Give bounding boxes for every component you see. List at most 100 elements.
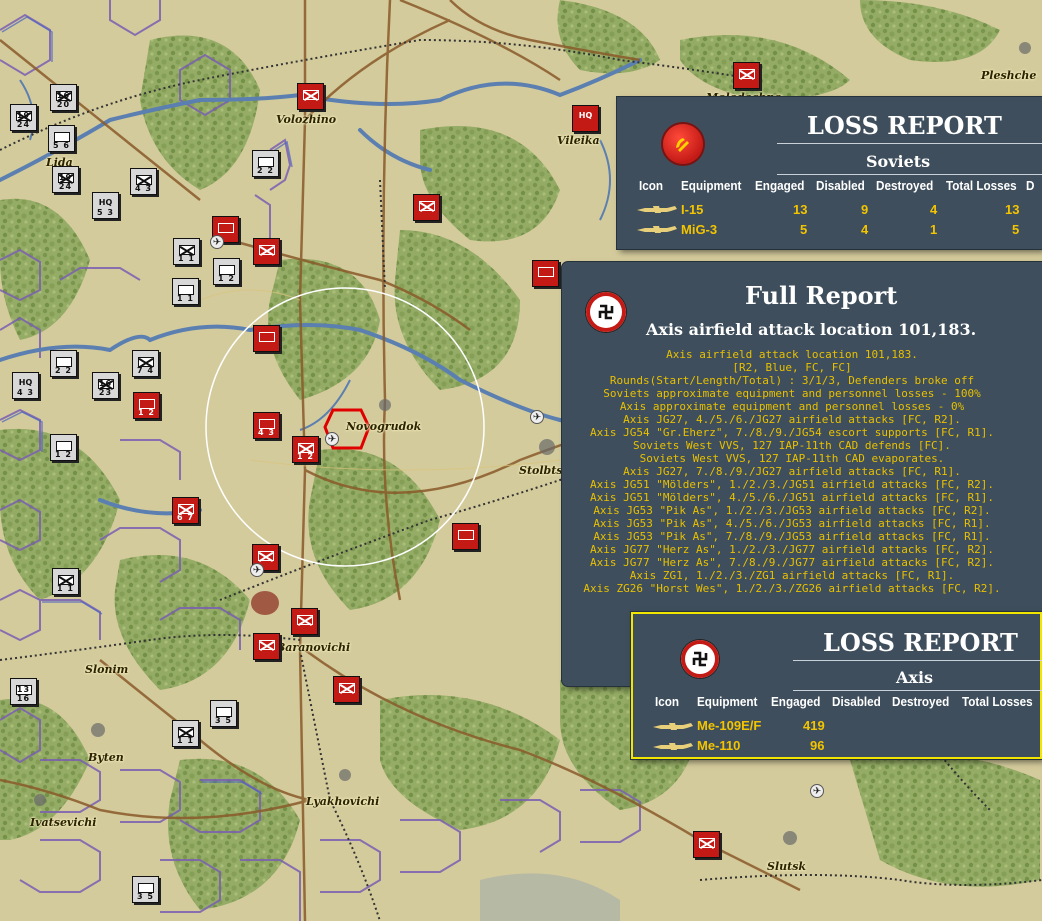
soviet-unit-counter[interactable]: HQ [572,105,599,132]
axis-unit-counter[interactable]: 16 23 [92,372,119,399]
axis-unit-counter[interactable]: 1 1 [173,238,200,265]
soviet-unit-counter[interactable]: 6 7 [172,497,199,524]
report-line: Axis JG51 "Mölders", 1./2./3./JG51 airfi… [590,478,994,491]
town-label: Pleshche [981,69,1037,82]
axis-unit-counter[interactable]: 2 2 [50,350,77,377]
airfield-icon[interactable]: ✈ [810,784,824,798]
side-title: Axis [896,668,934,687]
axis-unit-counter[interactable]: 19 24 [10,104,37,131]
col-engaged: Engaged [755,178,805,193]
axis-unit-counter[interactable]: 2 2 [252,150,279,177]
axis-unit-counter[interactable]: 7 4 [132,350,159,377]
soviet-unit-counter[interactable] [253,633,280,660]
report-line: Rounds(Start/Length/Total) : 3/1/3, Defe… [609,374,975,387]
infantry-symbol-icon [419,201,435,211]
town-label: Novogrudok [346,420,422,433]
soviet-unit-counter[interactable]: 1 2 [292,436,319,463]
airfield-icon[interactable]: ✈ [530,410,544,424]
axis-unit-counter[interactable]: 1 1 [52,568,79,595]
axis-unit-counter[interactable]: 13 16 [10,678,37,705]
axis-unit-counter[interactable]: 3 5 [210,700,237,727]
loss-report-title: LOSS REPORT [823,628,1018,657]
axis-unit-counter[interactable]: 1 2 [213,258,240,285]
town-label: Slutsk [767,860,807,873]
unit-strength: 19 24 [16,111,31,129]
unit-strength: 1 2 [218,274,235,283]
col-disabled: Disabled [832,694,881,709]
unit-strength: 5 6 [53,141,70,150]
col-equipment: Equipment [681,178,742,193]
soviet-unit-counter[interactable] [333,676,360,703]
axis-cross-icon [586,292,626,332]
destroyed-cell: 1 [930,222,938,237]
soviet-unit-counter[interactable] [733,62,760,89]
col-destroyed: Destroyed [892,694,950,709]
airfield-icon[interactable]: ✈ [250,563,264,577]
total-cell: 13 [1005,202,1020,217]
unit-strength: 13 16 [16,685,31,703]
soviet-unit-counter[interactable] [532,260,559,287]
unit-strength: 19 24 [58,173,73,191]
soviet-unit-counter[interactable] [413,194,440,221]
report-line: Axis JG54 "Gr.Eherz", 7./8./9./JG54 esco… [590,426,994,439]
unit-strength: 2 2 [55,366,72,375]
infantry-symbol-icon [303,90,319,100]
airfield-icon[interactable]: ✈ [210,235,224,249]
axis-unit-counter[interactable]: 1 1 [172,278,199,305]
airfield-icon[interactable]: ✈ [325,432,339,446]
town-label: Baranovichi [276,641,351,654]
unit-strength: 4 3 [135,184,152,193]
axis-unit-counter[interactable]: HQ 5 3 [92,192,119,219]
equipment-cell: MiG-3 [681,222,718,237]
unit-strength: 1 1 [177,294,194,303]
soviet-unit-counter[interactable]: 1 2 [133,392,160,419]
unit-strength: 4 3 [258,428,275,437]
infantry-symbol-icon [339,683,355,693]
town-label: Byten [88,751,124,764]
axis-unit-counter[interactable]: 3 5 [132,876,159,903]
report-log: Axis airfield attack location 101,183. [R… [562,348,1022,595]
col-icon: Icon [655,694,680,709]
axis-unit-counter[interactable]: 5 6 [48,125,75,152]
unit-strength: 7 4 [137,366,154,375]
report-line: Axis ZG26 "Horst Wes", 1./2./3./ZG26 air… [583,582,1001,595]
unit-strength: 5 3 [97,208,114,217]
report-line: Axis JG27, 7./8./9./JG27 airfield attack… [623,465,961,478]
full-report-title: Full Report [745,281,898,310]
col-destroyed: Destroyed [876,178,934,193]
soviet-unit-counter[interactable] [253,325,280,352]
axis-unit-counter[interactable]: 4 3 [130,168,157,195]
infantry-symbol-icon [258,551,274,561]
equipment-cell: I-15 [681,202,704,217]
col-icon: Icon [639,178,664,193]
soviet-unit-counter[interactable] [693,831,720,858]
report-line: Axis JG77 "Herz As", 7./8./9./JG77 airfi… [590,556,994,569]
engaged-cell: 5 [800,222,808,237]
report-line: Axis airfield attack location 101,183. [666,348,918,361]
soviet-flag-icon [663,124,703,164]
unit-strength: 2 2 [257,166,274,175]
axis-unit-counter[interactable]: 1 2 [50,434,77,461]
report-line: Axis approximate equipment and personnel… [619,400,965,413]
axis-unit-counter[interactable]: HQ 4 3 [12,372,39,399]
report-line: Axis JG77 "Herz As", 1./2./3./JG77 airfi… [590,543,994,556]
axis-unit-counter[interactable]: 1 1 [172,720,199,747]
report-line: Axis JG51 "Mölders", 4./5./6./JG51 airfi… [590,491,994,504]
soviet-unit-counter[interactable] [452,523,479,550]
unit-strength: 3 5 [215,716,232,725]
soviet-unit-counter[interactable]: 4 3 [253,412,280,439]
col-engaged: Engaged [771,694,821,709]
loss-report-title: LOSS REPORT [807,111,1002,140]
unit-strength: 16 20 [56,91,71,109]
soviet-unit-counter[interactable] [253,238,280,265]
town-label: Vileika [557,134,600,147]
unit-strength: 16 23 [98,379,113,397]
soviet-unit-counter[interactable] [291,608,318,635]
axis-unit-counter[interactable]: 19 24 [52,166,79,193]
unit-strength: 1 2 [138,408,155,417]
infantry-symbol-icon [699,838,715,848]
axis-unit-counter[interactable]: 16 20 [50,84,77,111]
engaged-cell: 13 [793,202,808,217]
report-line: Soviets West VVS, 127 IAP-11th CAD defen… [633,439,951,452]
soviet-unit-counter[interactable] [297,83,324,110]
